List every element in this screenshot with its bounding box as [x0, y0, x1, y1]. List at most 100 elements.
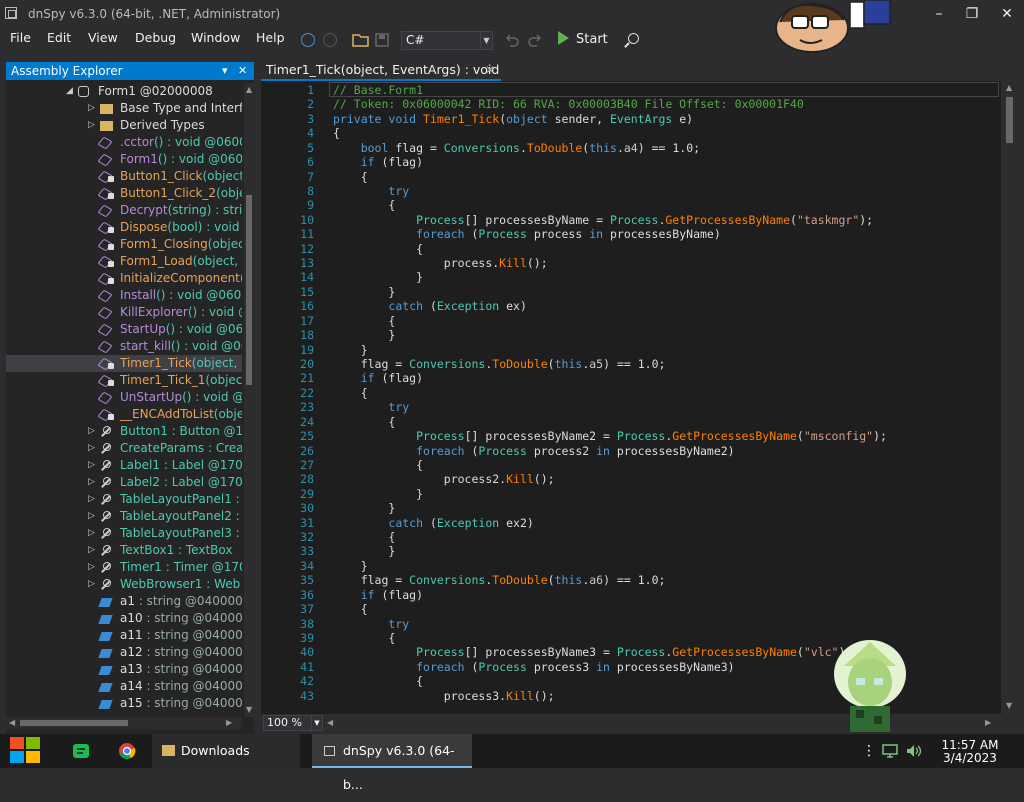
code-line[interactable]: 8 try [261, 184, 1001, 199]
code-line[interactable]: 15 } [261, 285, 1001, 300]
collapsed-arrow-icon[interactable]: ▷ [88, 559, 95, 576]
tree-item[interactable]: a10 : string @04000 [6, 610, 242, 627]
tree-item[interactable]: ▷ TextBox1 : TextBox [6, 542, 242, 559]
panel-menu-icon[interactable]: ▾ [222, 62, 228, 80]
code-line[interactable]: 18 } [261, 328, 1001, 343]
network-icon[interactable] [882, 744, 898, 758]
code-line[interactable]: 26 foreach (Process process2 in processe… [261, 444, 1001, 459]
tree-item[interactable]: Timer1_Tick_1(object [6, 372, 242, 389]
code-line[interactable]: 28 process2.Kill(); [261, 472, 1001, 487]
collapsed-arrow-icon[interactable]: ▷ [88, 440, 95, 457]
code-line[interactable]: 1 // Base.Form1 [261, 83, 1001, 98]
code-line[interactable]: 37 { [261, 602, 1001, 617]
tree-item[interactable]: Button1_Click(object, [6, 168, 242, 185]
tree-item[interactable]: a14 : string @04000 [6, 678, 242, 695]
chat-app-icon[interactable] [72, 743, 90, 759]
code-line[interactable]: 4{ [261, 126, 1001, 141]
code-line[interactable]: 35 flag = Conversions.ToDouble(this.a6) … [261, 573, 1001, 588]
code-line[interactable]: 5 bool flag = Conversions.ToDouble(this.… [261, 141, 1001, 156]
close-button[interactable]: ✕ [992, 4, 1022, 24]
tree-item[interactable]: start_kill() : void @06 [6, 338, 242, 355]
collapsed-arrow-icon[interactable]: ▷ [88, 576, 95, 593]
code-line[interactable]: 3 private void Timer1_Tick(object sender,… [261, 112, 1001, 127]
maximize-button[interactable]: ❐ [957, 4, 987, 24]
editor-tab[interactable]: Timer1_Tick(object, EventArgs) : void ✕ [261, 61, 501, 81]
undo-icon[interactable] [504, 31, 520, 49]
scroll-left-icon[interactable]: ◀ [327, 718, 333, 727]
search-icon[interactable] [624, 32, 640, 48]
tree-item[interactable]: ◢ Form1 @02000008 [6, 83, 242, 100]
code-line[interactable]: 38 try [261, 617, 1001, 632]
code-line[interactable]: 36 if (flag) [261, 588, 1001, 603]
tree-item[interactable]: a12 : string @04000 [6, 644, 242, 661]
code-line[interactable]: 31 catch (Exception ex2) [261, 516, 1001, 531]
collapsed-arrow-icon[interactable]: ▷ [88, 117, 95, 134]
code-line[interactable]: 16 catch (Exception ex) [261, 299, 1001, 314]
code-line[interactable]: 30 } [261, 501, 1001, 516]
tree-item[interactable]: ▷ TableLayoutPanel3 : [6, 525, 242, 542]
navigate-back-icon[interactable] [301, 33, 315, 47]
code-line[interactable]: 17 { [261, 314, 1001, 329]
expanded-arrow-icon[interactable]: ◢ [66, 83, 73, 100]
code-line[interactable]: 20 flag = Conversions.ToDouble(this.a5) … [261, 357, 1001, 372]
code-line[interactable]: 19 } [261, 343, 1001, 358]
scroll-up-icon[interactable]: ▲ [246, 85, 252, 94]
tree-item[interactable]: ▷ Derived Types [6, 117, 242, 134]
tree-item[interactable]: ▷ CreateParams : Crea [6, 440, 242, 457]
explorer-vertical-scrollbar[interactable]: ▲ ▼ [244, 83, 254, 717]
tree-item[interactable]: a15 : string @04000 [6, 695, 242, 712]
scroll-down-icon[interactable]: ▼ [246, 705, 252, 714]
tree-item[interactable]: ▷ Timer1 : Timer @170 [6, 559, 242, 576]
tree-item[interactable]: Dispose(bool) : void [6, 219, 242, 236]
tree-item[interactable]: a1 : string @040000 [6, 593, 242, 610]
scrollbar-thumb[interactable] [246, 195, 252, 385]
code-line[interactable]: 25 Process[] processesByName2 = Process.… [261, 429, 1001, 444]
zoom-select[interactable]: 100 % ▼ [263, 715, 323, 731]
code-line[interactable]: 32 { [261, 530, 1001, 545]
tab-close-icon[interactable]: ✕ [485, 61, 495, 79]
tree-item[interactable]: Install() : void @0600 [6, 287, 242, 304]
taskbar-dnspy[interactable]: dnSpy v6.3.0 (64-b... [312, 734, 472, 792]
collapsed-arrow-icon[interactable]: ▷ [88, 525, 95, 542]
code-line[interactable]: 27 { [261, 458, 1001, 473]
scroll-right-icon[interactable]: ▶ [985, 718, 991, 727]
panel-close-icon[interactable]: ✕ [238, 62, 247, 80]
code-line[interactable]: 33 } [261, 544, 1001, 559]
code-line[interactable]: 13 process.Kill(); [261, 256, 1001, 271]
editor-vertical-scrollbar[interactable]: ▲ ▼ [1001, 81, 1018, 714]
tree-item[interactable]: ▷ TableLayoutPanel1 : [6, 491, 242, 508]
menu-file[interactable]: File [10, 30, 31, 45]
tree-item[interactable]: a13 : string @04000 [6, 661, 242, 678]
code-line[interactable]: 21 if (flag) [261, 371, 1001, 386]
scroll-down-icon[interactable]: ▼ [1006, 701, 1012, 710]
menu-window[interactable]: Window [191, 30, 240, 45]
tree-item[interactable]: InitializeComponent() [6, 270, 242, 287]
code-line[interactable]: 10 Process[] processesByName = Process.G… [261, 213, 1001, 228]
menu-help[interactable]: Help [256, 30, 285, 45]
menu-view[interactable]: View [88, 30, 118, 45]
language-select[interactable]: C# ▼ [401, 31, 493, 50]
code-line[interactable]: 7 { [261, 170, 1001, 185]
menu-edit[interactable]: Edit [47, 30, 71, 45]
tree-item[interactable]: Decrypt(string) : strin [6, 202, 242, 219]
code-line[interactable]: 2 // Token: 0x06000042 RID: 66 RVA: 0x000… [261, 97, 1001, 112]
explorer-horizontal-scrollbar[interactable]: ◀ ▶ [6, 717, 242, 729]
tree-item[interactable]: Form1() : void @060 [6, 151, 242, 168]
collapsed-arrow-icon[interactable]: ▷ [88, 491, 95, 508]
tree-item[interactable]: ▷ WebBrowser1 : Web [6, 576, 242, 593]
collapsed-arrow-icon[interactable]: ▷ [88, 457, 95, 474]
collapsed-arrow-icon[interactable]: ▷ [88, 423, 95, 440]
tree-item[interactable]: Form1_Load(object, E [6, 253, 242, 270]
tree-item[interactable]: KillExplorer() : void @ [6, 304, 242, 321]
taskbar-downloads[interactable]: Downloads [152, 734, 300, 768]
code-line[interactable]: 11 foreach (Process process in processes… [261, 227, 1001, 242]
tree-item[interactable]: __ENCAddToList(obje [6, 406, 242, 423]
scroll-up-icon[interactable]: ▲ [1006, 83, 1012, 92]
collapsed-arrow-icon[interactable]: ▷ [88, 100, 95, 117]
assembly-tree[interactable]: ◢ Form1 @02000008 ▷ Base Type and Interf ▷ De… [6, 83, 242, 715]
open-folder-icon[interactable] [352, 31, 370, 49]
scrollbar-thumb[interactable] [20, 720, 128, 726]
code-line[interactable]: 9 { [261, 198, 1001, 213]
tree-item[interactable]: UnStartUp() : void @ [6, 389, 242, 406]
tree-item[interactable]: ▷ Label2 : Label @170 [6, 474, 242, 491]
